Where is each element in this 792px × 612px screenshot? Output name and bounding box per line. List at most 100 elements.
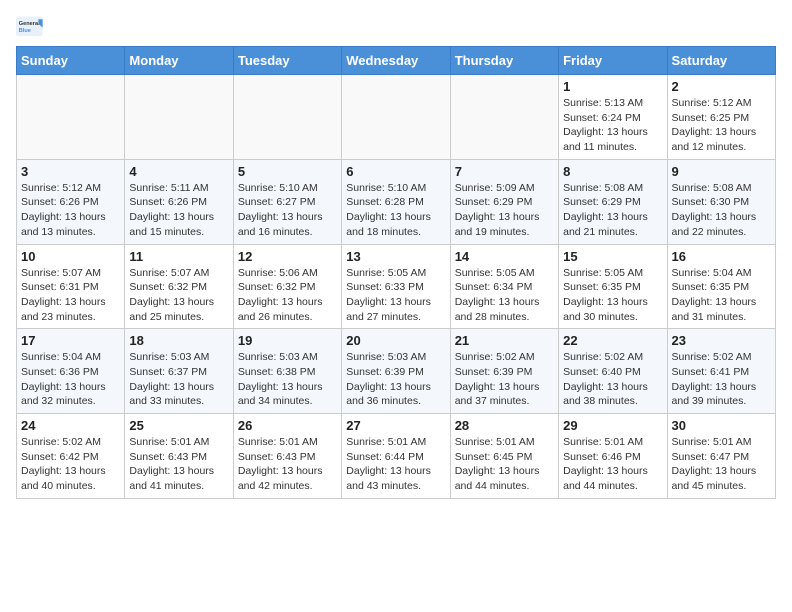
day-info: Sunrise: 5:03 AMSunset: 6:38 PMDaylight:… (238, 350, 337, 409)
calendar-cell: 15Sunrise: 5:05 AMSunset: 6:35 PMDayligh… (559, 244, 667, 329)
day-info: Sunrise: 5:11 AMSunset: 6:26 PMDaylight:… (129, 181, 228, 240)
day-number: 17 (21, 333, 120, 348)
calendar-cell: 16 Sunrise: 5:04 AMSunset: 6:35 PMDayligh… (667, 244, 775, 329)
day-info: Sunrise: 5:05 AMSunset: 6:33 PMDaylight:… (346, 266, 445, 325)
logo: General Blue (16, 16, 44, 38)
day-info: Sunrise: 5:02 AMSunset: 6:41 PMDaylight:… (672, 350, 771, 409)
day-info: Sunrise: 5:05 AMSunset: 6:35 PMDaylight:… (563, 266, 662, 325)
day-number: 18 (129, 333, 228, 348)
day-info: Sunrise: 5:12 AMSunset: 6:26 PMDaylight:… (21, 181, 120, 240)
day-info: Sunrise: 5:12 AMSunset: 6:25 PMDaylight:… (672, 96, 771, 155)
day-number: 3 (21, 164, 120, 179)
calendar-week-5: 24 Sunrise: 5:02 AMSunset: 6:42 PMDayligh… (17, 414, 776, 499)
calendar-cell: 7Sunrise: 5:09 AMSunset: 6:29 PMDaylight… (450, 159, 558, 244)
calendar-cell: 28 Sunrise: 5:01 AMSunset: 6:45 PMDayligh… (450, 414, 558, 499)
day-number: 29 (563, 418, 662, 433)
calendar-cell: 10 Sunrise: 5:07 AMSunset: 6:31 PMDayligh… (17, 244, 125, 329)
calendar-cell: 30Sunrise: 5:01 AMSunset: 6:47 PMDayligh… (667, 414, 775, 499)
day-number: 13 (346, 249, 445, 264)
calendar-cell: 6 Sunrise: 5:10 AMSunset: 6:28 PMDaylight… (342, 159, 450, 244)
day-number: 25 (129, 418, 228, 433)
day-info: Sunrise: 5:13 AMSunset: 6:24 PMDaylight:… (563, 96, 662, 155)
calendar-cell (342, 75, 450, 160)
calendar-cell: 17 Sunrise: 5:04 AMSunset: 6:36 PMDayligh… (17, 329, 125, 414)
day-number: 23 (672, 333, 771, 348)
day-number: 16 (672, 249, 771, 264)
day-info: Sunrise: 5:04 AMSunset: 6:35 PMDaylight:… (672, 266, 771, 325)
day-number: 9 (672, 164, 771, 179)
day-info: Sunrise: 5:02 AMSunset: 6:42 PMDaylight:… (21, 435, 120, 494)
calendar-cell: 18 Sunrise: 5:03 AMSunset: 6:37 PMDayligh… (125, 329, 233, 414)
calendar-cell: 4 Sunrise: 5:11 AMSunset: 6:26 PMDaylight… (125, 159, 233, 244)
day-info: Sunrise: 5:01 AMSunset: 6:44 PMDaylight:… (346, 435, 445, 494)
day-header-saturday: Saturday (667, 47, 775, 75)
day-number: 28 (455, 418, 554, 433)
day-number: 2 (672, 79, 771, 94)
day-number: 20 (346, 333, 445, 348)
day-number: 11 (129, 249, 228, 264)
calendar-week-1: 1 Sunrise: 5:13 AMSunset: 6:24 PMDaylight… (17, 75, 776, 160)
calendar-cell: 12 Sunrise: 5:06 AMSunset: 6:32 PMDayligh… (233, 244, 341, 329)
calendar-cell: 2 Sunrise: 5:12 AMSunset: 6:25 PMDaylight… (667, 75, 775, 160)
calendar-cell: 21 Sunrise: 5:02 AMSunset: 6:39 PMDayligh… (450, 329, 558, 414)
calendar-cell: 8 Sunrise: 5:08 AMSunset: 6:29 PMDaylight… (559, 159, 667, 244)
day-info: Sunrise: 5:07 AMSunset: 6:32 PMDaylight:… (129, 266, 228, 325)
day-info: Sunrise: 5:08 AMSunset: 6:29 PMDaylight:… (563, 181, 662, 240)
day-info: Sunrise: 5:01 AMSunset: 6:43 PMDaylight:… (129, 435, 228, 494)
day-number: 21 (455, 333, 554, 348)
day-info: Sunrise: 5:02 AMSunset: 6:39 PMDaylight:… (455, 350, 554, 409)
day-number: 6 (346, 164, 445, 179)
day-header-wednesday: Wednesday (342, 47, 450, 75)
day-number: 14 (455, 249, 554, 264)
day-info: Sunrise: 5:03 AMSunset: 6:39 PMDaylight:… (346, 350, 445, 409)
day-header-sunday: Sunday (17, 47, 125, 75)
day-info: Sunrise: 5:04 AMSunset: 6:36 PMDaylight:… (21, 350, 120, 409)
day-number: 24 (21, 418, 120, 433)
calendar-week-4: 17 Sunrise: 5:04 AMSunset: 6:36 PMDayligh… (17, 329, 776, 414)
day-header-tuesday: Tuesday (233, 47, 341, 75)
calendar-week-3: 10 Sunrise: 5:07 AMSunset: 6:31 PMDayligh… (17, 244, 776, 329)
svg-text:Blue: Blue (19, 28, 31, 34)
calendar-header-row: SundayMondayTuesdayWednesdayThursdayFrid… (17, 47, 776, 75)
day-number: 12 (238, 249, 337, 264)
day-number: 10 (21, 249, 120, 264)
day-info: Sunrise: 5:10 AMSunset: 6:28 PMDaylight:… (346, 181, 445, 240)
day-header-thursday: Thursday (450, 47, 558, 75)
day-header-monday: Monday (125, 47, 233, 75)
calendar-cell: 29Sunrise: 5:01 AMSunset: 6:46 PMDayligh… (559, 414, 667, 499)
day-number: 8 (563, 164, 662, 179)
day-info: Sunrise: 5:01 AMSunset: 6:45 PMDaylight:… (455, 435, 554, 494)
day-info: Sunrise: 5:09 AMSunset: 6:29 PMDaylight:… (455, 181, 554, 240)
svg-text:General: General (19, 21, 40, 27)
calendar-cell: 20 Sunrise: 5:03 AMSunset: 6:39 PMDayligh… (342, 329, 450, 414)
calendar-cell: 27 Sunrise: 5:01 AMSunset: 6:44 PMDayligh… (342, 414, 450, 499)
calendar: SundayMondayTuesdayWednesdayThursdayFrid… (16, 46, 776, 499)
day-number: 1 (563, 79, 662, 94)
calendar-cell: 22Sunrise: 5:02 AMSunset: 6:40 PMDayligh… (559, 329, 667, 414)
calendar-cell: 5Sunrise: 5:10 AMSunset: 6:27 PMDaylight… (233, 159, 341, 244)
calendar-cell (233, 75, 341, 160)
day-number: 4 (129, 164, 228, 179)
calendar-cell: 13 Sunrise: 5:05 AMSunset: 6:33 PMDayligh… (342, 244, 450, 329)
day-info: Sunrise: 5:08 AMSunset: 6:30 PMDaylight:… (672, 181, 771, 240)
day-number: 26 (238, 418, 337, 433)
day-number: 19 (238, 333, 337, 348)
calendar-cell: 25 Sunrise: 5:01 AMSunset: 6:43 PMDayligh… (125, 414, 233, 499)
day-header-friday: Friday (559, 47, 667, 75)
calendar-cell (125, 75, 233, 160)
calendar-cell: 3 Sunrise: 5:12 AMSunset: 6:26 PMDaylight… (17, 159, 125, 244)
day-info: Sunrise: 5:05 AMSunset: 6:34 PMDaylight:… (455, 266, 554, 325)
day-number: 27 (346, 418, 445, 433)
calendar-cell (450, 75, 558, 160)
day-number: 22 (563, 333, 662, 348)
day-info: Sunrise: 5:07 AMSunset: 6:31 PMDaylight:… (21, 266, 120, 325)
day-info: Sunrise: 5:03 AMSunset: 6:37 PMDaylight:… (129, 350, 228, 409)
calendar-cell: 1 Sunrise: 5:13 AMSunset: 6:24 PMDaylight… (559, 75, 667, 160)
day-info: Sunrise: 5:01 AMSunset: 6:47 PMDaylight:… (672, 435, 771, 494)
day-info: Sunrise: 5:06 AMSunset: 6:32 PMDaylight:… (238, 266, 337, 325)
calendar-cell: 11 Sunrise: 5:07 AMSunset: 6:32 PMDayligh… (125, 244, 233, 329)
header: General Blue (16, 16, 776, 38)
day-info: Sunrise: 5:10 AMSunset: 6:27 PMDaylight:… (238, 181, 337, 240)
logo-icon: General Blue (16, 16, 44, 38)
calendar-cell: 24 Sunrise: 5:02 AMSunset: 6:42 PMDayligh… (17, 414, 125, 499)
